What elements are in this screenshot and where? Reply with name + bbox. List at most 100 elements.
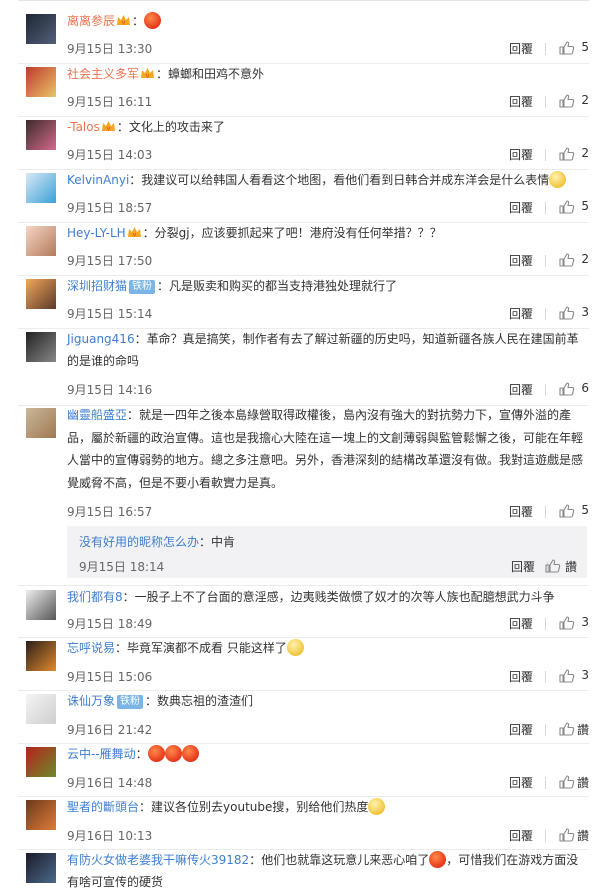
thumbs-up-icon[interactable] — [559, 382, 575, 396]
reply-button[interactable]: 回覆 — [509, 721, 533, 738]
comment-text: ：建议各位别去youtube搜，别给他们热度 — [139, 800, 369, 814]
username-link[interactable]: Jiguang416 — [67, 332, 135, 346]
angry-emoji-icon — [164, 745, 182, 762]
username-link[interactable]: -Talos — [67, 120, 100, 134]
comment-text: ：蟑螂和田鸡不意外 — [156, 67, 265, 81]
avatar[interactable] — [26, 694, 56, 724]
thumbs-up-icon[interactable] — [559, 94, 575, 108]
thumbs-up-icon[interactable] — [559, 200, 575, 214]
thumbs-up-icon[interactable] — [559, 504, 575, 518]
reply-button[interactable]: 回覆 — [511, 558, 535, 575]
comment-text: ：革命？真是搞笑，制作者有去了解过新疆的历史吗，知道新疆各族人民在建国前革的是谁… — [67, 332, 579, 368]
username-link[interactable]: 离离参辰 — [67, 14, 115, 28]
comment-text: ： — [135, 747, 148, 761]
comment-time: 9月16日 10:13 — [67, 829, 153, 843]
angry-emoji-icon — [144, 12, 162, 29]
like-count: 5 — [581, 40, 589, 54]
username-link[interactable]: Hey-LY-LH — [67, 226, 126, 240]
nested-reply-content: 没有好用的昵称怎么办：中肯 — [79, 532, 235, 552]
action-divider — [545, 43, 546, 55]
action-divider — [545, 96, 546, 108]
vip-crown-icon: v — [117, 15, 131, 27]
thumbs-up-icon[interactable] — [559, 306, 575, 320]
reply-button[interactable]: 回覆 — [509, 615, 533, 632]
reply-button[interactable]: 回覆 — [509, 503, 533, 520]
comment-meta: 9月15日 14:16 回覆 6 — [67, 379, 589, 399]
action-divider — [545, 777, 546, 789]
username-link[interactable]: 社会主义多军 — [67, 67, 139, 81]
svg-text:v: v — [122, 20, 126, 27]
comment-time: 9月16日 21:42 — [67, 723, 153, 737]
thumbs-up-icon[interactable] — [559, 828, 575, 842]
thumbs-up-icon[interactable] — [559, 616, 575, 630]
reply-button[interactable]: 回覆 — [509, 305, 533, 322]
username-link[interactable]: 云中--雁舞动 — [67, 747, 136, 761]
comment-time: 9月15日 18:57 — [67, 201, 153, 215]
username-link[interactable]: 聖者的斷頭台 — [67, 800, 139, 814]
avatar[interactable] — [26, 173, 56, 203]
avatar[interactable] — [26, 332, 56, 362]
vip-crown-icon: v — [141, 68, 155, 80]
reply-button[interactable]: 回覆 — [509, 199, 533, 216]
comment-content: KelvinAnyi：我建议可以给韩国人看看这个地图，看他们看到日韩合并成东洋会… — [67, 169, 589, 191]
username-link[interactable]: 幽靈船盛亞 — [67, 408, 127, 422]
smile-emoji-icon — [549, 171, 567, 188]
thumbs-up-icon[interactable] — [559, 41, 575, 55]
angry-emoji-icon — [147, 745, 165, 762]
avatar[interactable] — [26, 853, 56, 883]
avatar[interactable] — [26, 641, 56, 671]
avatar[interactable] — [26, 67, 56, 97]
comment-content: 社会主义多军 v ：蟑螂和田鸡不意外 — [67, 63, 589, 85]
comment-content: 幽靈船盛亞：就是一四年之後本島綠營取得政權後，島內沒有強大的對抗勢力下，宣傳外溢… — [67, 404, 589, 494]
comment-text: ：文化上的攻击来了 — [116, 120, 225, 134]
username-link[interactable]: 我们都有8 — [67, 590, 123, 604]
username-link[interactable]: 忘呼说易 — [67, 641, 115, 655]
comment-meta: 9月15日 18:49 回覆 3 — [67, 613, 589, 633]
reply-button[interactable]: 回覆 — [509, 827, 533, 844]
username-link[interactable]: 深圳招财猫 — [67, 279, 127, 293]
avatar[interactable] — [26, 279, 56, 309]
thumbs-up-icon[interactable] — [559, 669, 575, 683]
action-divider — [545, 384, 546, 396]
reply-button[interactable]: 回覆 — [509, 40, 533, 57]
thumbs-up-icon[interactable] — [545, 559, 561, 573]
reply-button[interactable]: 回覆 — [509, 774, 533, 791]
reply-button[interactable]: 回覆 — [509, 146, 533, 163]
comment-text: ：就是一四年之後本島綠營取得政權後，島內沒有強大的對抗勢力下，宣傳外溢的產品，屬… — [67, 408, 584, 490]
avatar[interactable] — [26, 14, 56, 44]
comment-content: -Talos v ：文化上的攻击来了 — [67, 116, 589, 138]
fan-badge: 铁粉 — [129, 280, 156, 294]
comment-content: Hey-LY-LH v ：分裂gj，应该要抓起来了吧！港府没有任何举措？？？ — [67, 222, 589, 244]
avatar[interactable] — [26, 747, 56, 777]
divider — [18, 585, 589, 586]
svg-text:v: v — [146, 73, 150, 80]
username-link[interactable]: 诛仙万象 — [67, 694, 115, 708]
username-link[interactable]: KelvinAnyi — [67, 173, 129, 187]
reply-button[interactable]: 回覆 — [509, 93, 533, 110]
action-divider — [545, 671, 546, 683]
username-link[interactable]: 没有好用的昵称怎么办 — [79, 535, 199, 549]
like-count: 2 — [581, 252, 589, 266]
thumbs-up-icon[interactable] — [559, 253, 575, 267]
comment-meta: 9月15日 16:57 回覆 5 — [67, 501, 589, 521]
reply-button[interactable]: 回覆 — [509, 381, 533, 398]
avatar[interactable] — [26, 120, 56, 150]
avatar[interactable] — [26, 800, 56, 830]
avatar[interactable] — [26, 408, 56, 438]
avatar[interactable] — [26, 226, 56, 256]
like-count: 3 — [581, 668, 589, 682]
nested-reply: 没有好用的昵称怎么办：中肯 9月15日 18:14 回覆 讚 — [67, 526, 587, 578]
like-label: 讚 — [564, 560, 577, 574]
thumbs-up-icon[interactable] — [559, 722, 575, 736]
comment-meta: 9月15日 18:57 回覆 5 — [67, 197, 589, 217]
reply-button[interactable]: 回覆 — [509, 668, 533, 685]
username-link[interactable]: 有防火女做老婆我干嘛传火39182 — [67, 853, 249, 867]
comment-time: 9月15日 16:11 — [67, 95, 153, 109]
thumbs-up-icon[interactable] — [559, 775, 575, 789]
angry-emoji-icon — [429, 851, 447, 868]
thumbs-up-icon[interactable] — [559, 147, 575, 161]
comment-text: ：凡是贩卖和购买的都当支持港独处理就行了 — [157, 279, 398, 293]
reply-button[interactable]: 回覆 — [509, 252, 533, 269]
comment-content: 聖者的斷頭台：建议各位别去youtube搜，别给他们热度 — [67, 796, 589, 818]
avatar[interactable] — [26, 590, 56, 620]
